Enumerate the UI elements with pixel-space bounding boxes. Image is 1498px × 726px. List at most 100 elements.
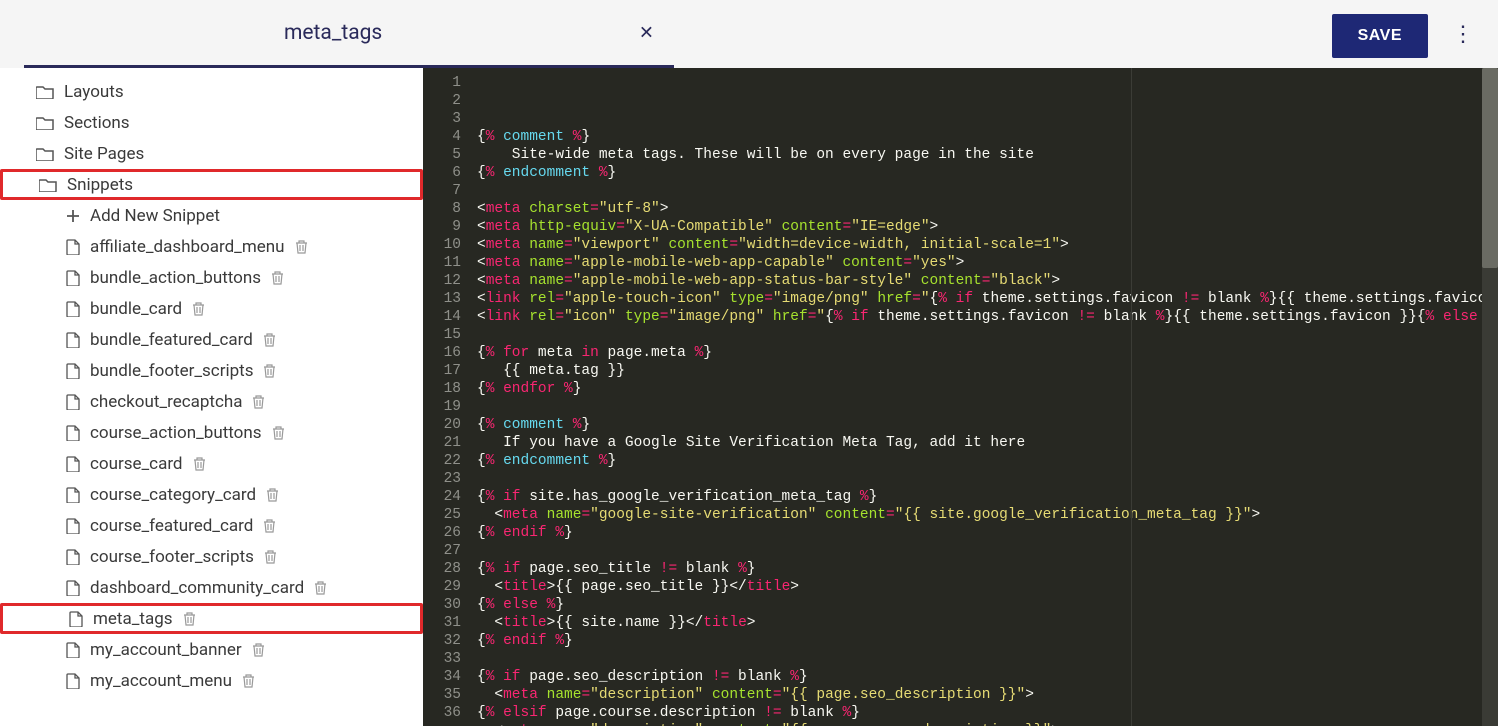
active-tab[interactable]: meta_tags ✕ [24, 0, 674, 68]
file-label: bundle_footer_scripts [90, 361, 253, 381]
trash-icon[interactable] [263, 333, 276, 347]
file-checkout_recaptcha[interactable]: checkout_recaptcha [0, 386, 423, 417]
code-line[interactable]: <meta name="apple-mobile-web-app-status-… [477, 272, 1498, 290]
code-line[interactable]: {% comment %} [477, 416, 1498, 434]
code-line[interactable]: {% elsif page.course.description != blan… [477, 704, 1498, 722]
save-button[interactable]: SAVE [1332, 14, 1428, 58]
line-number: 35 [423, 686, 461, 704]
file-course_action_buttons[interactable]: course_action_buttons [0, 417, 423, 448]
code-line[interactable]: {% for meta in page.meta %} [477, 344, 1498, 362]
file-icon [66, 549, 80, 565]
code-line[interactable]: {% endif %} [477, 632, 1498, 650]
line-number: 30 [423, 596, 461, 614]
code-line[interactable]: {{ meta.tag }} [477, 362, 1498, 380]
trash-icon[interactable] [271, 271, 284, 285]
code-line[interactable]: Site-wide meta tags. These will be on ev… [477, 146, 1498, 164]
trash-icon[interactable] [252, 643, 265, 657]
line-number: 12 [423, 272, 461, 290]
code-line[interactable] [477, 650, 1498, 668]
code-line[interactable]: {% endif %} [477, 524, 1498, 542]
code-line[interactable] [477, 326, 1498, 344]
code-line[interactable]: {% endcomment %} [477, 164, 1498, 182]
folder-layouts[interactable]: Layouts [0, 76, 423, 107]
file-course_featured_card[interactable]: course_featured_card [0, 510, 423, 541]
header: meta_tags ✕ SAVE ⋮ [0, 0, 1498, 68]
code-line[interactable]: {% if page.seo_description != blank %} [477, 668, 1498, 686]
line-number: 10 [423, 236, 461, 254]
print-margin [1131, 68, 1132, 726]
file-icon [66, 580, 80, 596]
code-line[interactable]: {% else %} [477, 596, 1498, 614]
code-line[interactable]: <title>{{ page.seo_title }}</title> [477, 578, 1498, 596]
code-line[interactable]: {% endcomment %} [477, 452, 1498, 470]
file-bundle_action_buttons[interactable]: bundle_action_buttons [0, 262, 423, 293]
file-bundle_featured_card[interactable]: bundle_featured_card [0, 324, 423, 355]
file-icon [66, 394, 80, 410]
trash-icon[interactable] [263, 364, 276, 378]
trash-icon[interactable] [272, 426, 285, 440]
trash-icon[interactable] [192, 302, 205, 316]
code-line[interactable]: <meta charset="utf-8"> [477, 200, 1498, 218]
code-line[interactable]: {% if site.has_google_verification_meta_… [477, 488, 1498, 506]
add-new-snippet[interactable]: Add New Snippet [0, 200, 423, 231]
file-label: course_category_card [90, 485, 256, 505]
code-line[interactable]: <meta http-equiv="X-UA-Compatible" conte… [477, 218, 1498, 236]
plus-icon [66, 209, 80, 223]
file-course_category_card[interactable]: course_category_card [0, 479, 423, 510]
code-line[interactable]: <title>{{ site.name }}</title> [477, 614, 1498, 632]
folder-site-pages[interactable]: Site Pages [0, 138, 423, 169]
file-bundle_card[interactable]: bundle_card [0, 293, 423, 324]
trash-icon[interactable] [183, 612, 196, 626]
file-my_account_banner[interactable]: my_account_banner [0, 634, 423, 665]
line-number: 6 [423, 164, 461, 182]
code-line[interactable]: {% endfor %} [477, 380, 1498, 398]
file-icon [66, 487, 80, 503]
code-line[interactable]: <link rel="apple-touch-icon" type="image… [477, 290, 1498, 308]
file-affiliate_dashboard_menu[interactable]: affiliate_dashboard_menu [0, 231, 423, 262]
line-number: 3 [423, 110, 461, 128]
code-area[interactable]: {% comment %} Site-wide meta tags. These… [471, 68, 1498, 726]
code-line[interactable]: <meta name="description" content="{{ pag… [477, 722, 1498, 726]
trash-icon[interactable] [252, 395, 265, 409]
code-line[interactable]: <meta name="viewport" content="width=dev… [477, 236, 1498, 254]
code-line[interactable] [477, 182, 1498, 200]
file-label: affiliate_dashboard_menu [90, 237, 285, 257]
code-line[interactable]: If you have a Google Site Verification M… [477, 434, 1498, 452]
folder-snippets[interactable]: Snippets [0, 169, 423, 200]
file-label: course_featured_card [90, 516, 253, 536]
file-bundle_footer_scripts[interactable]: bundle_footer_scripts [0, 355, 423, 386]
code-line[interactable]: <meta name="description" content="{{ pag… [477, 686, 1498, 704]
code-line[interactable]: <meta name="apple-mobile-web-app-capable… [477, 254, 1498, 272]
folder-label: Snippets [67, 175, 133, 195]
trash-icon[interactable] [242, 674, 255, 688]
file-course_card[interactable]: course_card [0, 448, 423, 479]
file-label: dashboard_community_card [90, 578, 304, 598]
file-my_account_menu[interactable]: my_account_menu [0, 665, 423, 696]
kebab-menu-icon[interactable]: ⋮ [1452, 24, 1474, 46]
folder-sections[interactable]: Sections [0, 107, 423, 138]
code-line[interactable] [477, 542, 1498, 560]
file-dashboard_community_card[interactable]: dashboard_community_card [0, 572, 423, 603]
line-number: 27 [423, 542, 461, 560]
trash-icon[interactable] [193, 457, 206, 471]
code-line[interactable]: <link rel="icon" type="image/png" href="… [477, 308, 1498, 326]
code-line[interactable] [477, 470, 1498, 488]
trash-icon[interactable] [264, 550, 277, 564]
close-icon[interactable]: ✕ [639, 22, 654, 43]
trash-icon[interactable] [314, 581, 327, 595]
editor-scrollbar[interactable] [1482, 68, 1498, 726]
code-line[interactable]: <meta name="google-site-verification" co… [477, 506, 1498, 524]
trash-icon[interactable] [295, 240, 308, 254]
trash-icon[interactable] [266, 488, 279, 502]
file-course_footer_scripts[interactable]: course_footer_scripts [0, 541, 423, 572]
scrollbar-thumb[interactable] [1482, 68, 1498, 268]
code-line[interactable]: {% if page.seo_title != blank %} [477, 560, 1498, 578]
code-line[interactable] [477, 398, 1498, 416]
file-meta_tags[interactable]: meta_tags [0, 603, 423, 634]
file-icon [66, 673, 80, 689]
sidebar[interactable]: LayoutsSectionsSite Pages Snippets Add New… [0, 68, 423, 726]
code-line[interactable]: {% comment %} [477, 128, 1498, 146]
trash-icon[interactable] [263, 519, 276, 533]
code-editor[interactable]: 1234567891011121314151617181920212223242… [423, 68, 1498, 726]
line-number: 36 [423, 704, 461, 722]
